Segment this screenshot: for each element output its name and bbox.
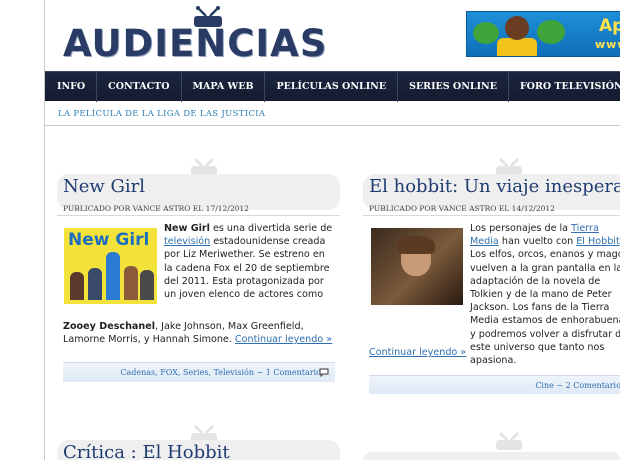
post-footer: Cine ~ 2 Comentarios xyxy=(369,375,620,394)
actor-image xyxy=(106,252,120,300)
banner-text: Ap xyxy=(599,16,620,36)
post-footer: Cadenas, FOX, Series, Televisión ~ 1 Com… xyxy=(63,362,335,382)
divider xyxy=(363,215,620,216)
thumbnail-text: New Girl xyxy=(68,230,150,250)
post-thumbnail[interactable] xyxy=(371,228,463,305)
main-nav: INFO CONTACTO MAPA WEB PELÍCULAS ONLINE … xyxy=(45,71,620,102)
actor-image xyxy=(124,266,138,300)
post-title[interactable]: El hobbit: Un viaje inesperado xyxy=(369,176,620,197)
nav-item-peliculas-online[interactable]: PELÍCULAS ONLINE xyxy=(265,72,399,102)
post-meta: PUBLICADO POR VANCE ASTRO EL 14/12/2012 xyxy=(369,204,555,213)
site-logo[interactable]: AUDIENCIAS xyxy=(63,6,338,66)
sub-nav: LA PELÍCULA DE LA LIGA DE LAS JUSTICIA xyxy=(45,101,620,126)
post-thumbnail[interactable]: New Girl xyxy=(64,228,157,304)
post-el-hobbit: El hobbit: Un viaje inesperado PUBLICADO… xyxy=(363,174,620,394)
excerpt-text: Los personajes de la xyxy=(470,223,572,234)
divider xyxy=(57,215,340,216)
post-critica-el-hobbit: Crítica : El Hobbit xyxy=(57,440,340,460)
nav-item-contacto[interactable]: CONTACTO xyxy=(97,72,182,102)
subnav-link-liga-justicia[interactable]: LA PELÍCULA DE LA LIGA DE LAS JUSTICIA xyxy=(58,109,265,119)
nav-item-series-online[interactable]: SERIES ONLINE xyxy=(398,72,509,102)
broccoli-image xyxy=(537,20,565,44)
post-categories[interactable]: Cadenas, FOX, Series, Televisión ~ 1 Com… xyxy=(120,368,321,377)
post-title[interactable]: Crítica : El Hobbit xyxy=(63,442,230,460)
actor-name: Zooey Deschanel xyxy=(63,321,156,332)
post-excerpt-continued: Continuar leyendo » xyxy=(369,346,619,359)
child-face-image xyxy=(505,16,529,40)
tv-antenna-icon xyxy=(496,432,522,450)
series-name: New Girl xyxy=(164,223,210,234)
character-hair-image xyxy=(397,236,435,254)
link-el-hobbit[interactable]: El Hobbit xyxy=(576,236,619,247)
post-title[interactable]: New Girl xyxy=(63,176,145,197)
link-television[interactable]: televisión xyxy=(164,236,210,247)
excerpt-text: es una divertida serie de xyxy=(209,223,333,234)
continue-reading-link[interactable]: Continuar leyendo » xyxy=(235,334,332,345)
nav-item-info[interactable]: INFO xyxy=(45,72,98,102)
post-title-bar xyxy=(363,452,620,460)
actor-image xyxy=(140,270,154,300)
page-left-border xyxy=(44,0,45,460)
ad-banner[interactable]: Ap www xyxy=(466,11,620,57)
excerpt-text: han vuelto con xyxy=(498,236,577,248)
post-excerpt-continued: Zooey Deschanel, Jake Johnson, Max Green… xyxy=(63,320,335,346)
broccoli-image xyxy=(473,22,499,44)
child-image xyxy=(497,38,537,56)
nav-item-mapa-web[interactable]: MAPA WEB xyxy=(182,72,266,102)
comment-icon[interactable] xyxy=(319,368,329,377)
post-excerpt: New Girl es una divertida serie de telev… xyxy=(164,222,336,301)
actor-image xyxy=(88,268,102,300)
post-new-girl: New Girl PUBLICADO POR VANCE ASTRO EL 17… xyxy=(57,174,340,384)
nav-item-foro-television[interactable]: FORO TELEVISIÓN xyxy=(509,72,620,102)
post-meta: PUBLICADO POR VANCE ASTRO EL 17/12/2012 xyxy=(63,204,249,213)
continue-reading-link[interactable]: Continuar leyendo » xyxy=(369,347,466,358)
actor-image xyxy=(70,272,84,300)
post-categories[interactable]: Cine ~ 2 Comentarios xyxy=(535,381,620,390)
logo-text: AUDIENCIAS xyxy=(63,22,328,65)
banner-url: www xyxy=(595,38,620,51)
